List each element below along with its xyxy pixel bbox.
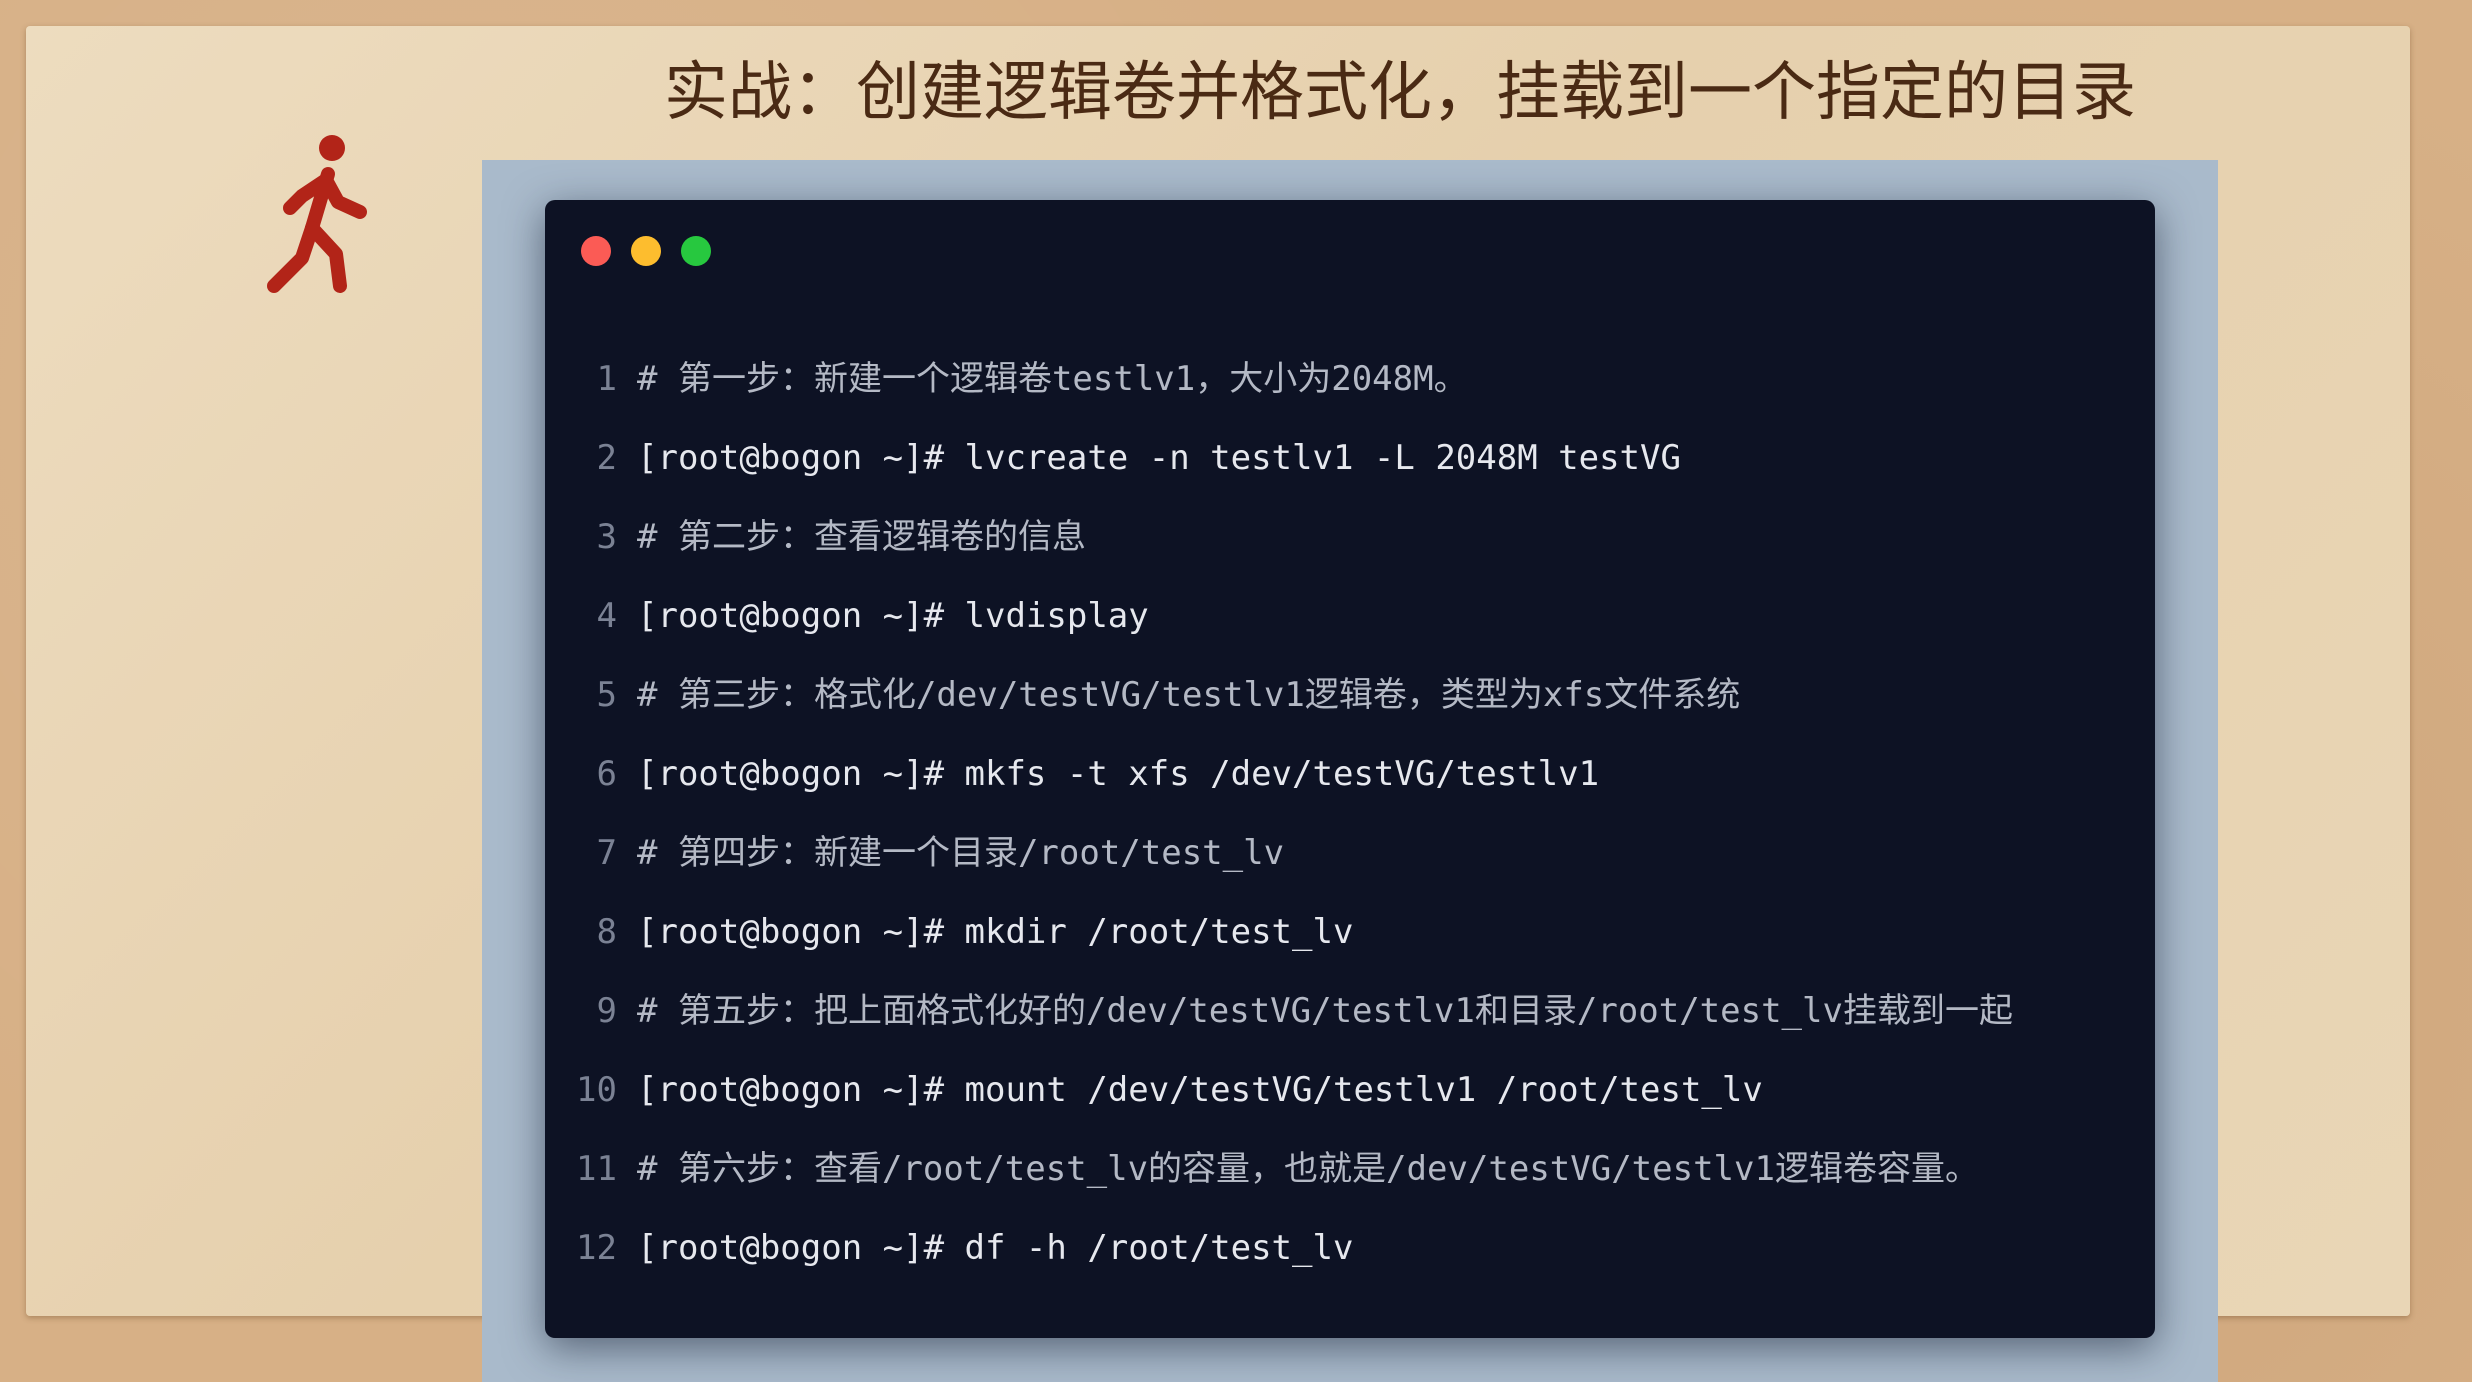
close-button[interactable]: [581, 236, 611, 266]
code-line: 4 [root@bogon ~]# lvdisplay: [545, 577, 2155, 656]
line-number: 9: [596, 991, 617, 1031]
code-comment: # 第二步：查看逻辑卷的信息: [637, 517, 1086, 557]
code-line: 8 [root@bogon ~]# mkdir /root/test_lv: [545, 893, 2155, 972]
shell-command: [root@bogon ~]# mkfs -t xfs /dev/testVG/…: [637, 754, 1600, 794]
code-line: 2 [root@bogon ~]# lvcreate -n testlv1 -L …: [545, 419, 2155, 498]
shell-command: [root@bogon ~]# lvdisplay: [637, 596, 1149, 636]
maximize-button[interactable]: [681, 236, 711, 266]
code-line: 1 # 第一步：新建一个逻辑卷testlv1，大小为2048M。: [545, 340, 2155, 419]
code-block: 1 # 第一步：新建一个逻辑卷testlv1，大小为2048M。 2 [root@b…: [545, 340, 2155, 1288]
line-number: 10: [576, 1070, 617, 1110]
shell-command: [root@bogon ~]# mkdir /root/test_lv: [637, 912, 1354, 952]
line-number: 7: [596, 833, 617, 873]
code-line: 10 [root@bogon ~]# mount /dev/testVG/test…: [545, 1051, 2155, 1130]
terminal-window: 1 # 第一步：新建一个逻辑卷testlv1，大小为2048M。 2 [root@b…: [545, 200, 2155, 1338]
line-number: 12: [576, 1228, 617, 1268]
line-number: 2: [596, 438, 617, 478]
code-line: 3 # 第二步：查看逻辑卷的信息: [545, 498, 2155, 577]
shell-command: [root@bogon ~]# lvcreate -n testlv1 -L 2…: [637, 438, 1681, 478]
line-number: 6: [596, 754, 617, 794]
code-comment: # 第六步：查看/root/test_lv的容量，也就是/dev/testVG/…: [637, 1149, 1979, 1189]
code-line: 7 # 第四步：新建一个目录/root/test_lv: [545, 814, 2155, 893]
code-line: 6 [root@bogon ~]# mkfs -t xfs /dev/testVG…: [545, 735, 2155, 814]
code-line: 11 # 第六步：查看/root/test_lv的容量，也就是/dev/testV…: [545, 1130, 2155, 1209]
line-number: 3: [596, 517, 617, 557]
line-number: 11: [576, 1149, 617, 1189]
walking-person-icon: [267, 135, 367, 293]
slide-title: 实战：创建逻辑卷并格式化，挂载到一个指定的目录: [664, 56, 2136, 130]
line-number: 8: [596, 912, 617, 952]
line-number: 1: [596, 359, 617, 399]
code-comment: # 第四步：新建一个目录/root/test_lv: [637, 833, 1285, 873]
shell-command: [root@bogon ~]# df -h /root/test_lv: [637, 1228, 1354, 1268]
code-line: 5 # 第三步：格式化/dev/testVG/testlv1逻辑卷，类型为xfs文…: [545, 656, 2155, 735]
shell-command: [root@bogon ~]# mount /dev/testVG/testlv…: [637, 1070, 1763, 1110]
code-comment: # 第三步：格式化/dev/testVG/testlv1逻辑卷，类型为xfs文件…: [637, 675, 1741, 715]
minimize-button[interactable]: [631, 236, 661, 266]
code-line: 12 [root@bogon ~]# df -h /root/test_lv: [545, 1209, 2155, 1288]
code-comment: # 第一步：新建一个逻辑卷testlv1，大小为2048M。: [637, 359, 1468, 399]
code-line: 9 # 第五步：把上面格式化好的/dev/testVG/testlv1和目录/ro…: [545, 972, 2155, 1051]
line-number: 5: [596, 675, 617, 715]
code-comment: # 第五步：把上面格式化好的/dev/testVG/testlv1和目录/roo…: [637, 991, 2013, 1031]
line-number: 4: [596, 596, 617, 636]
